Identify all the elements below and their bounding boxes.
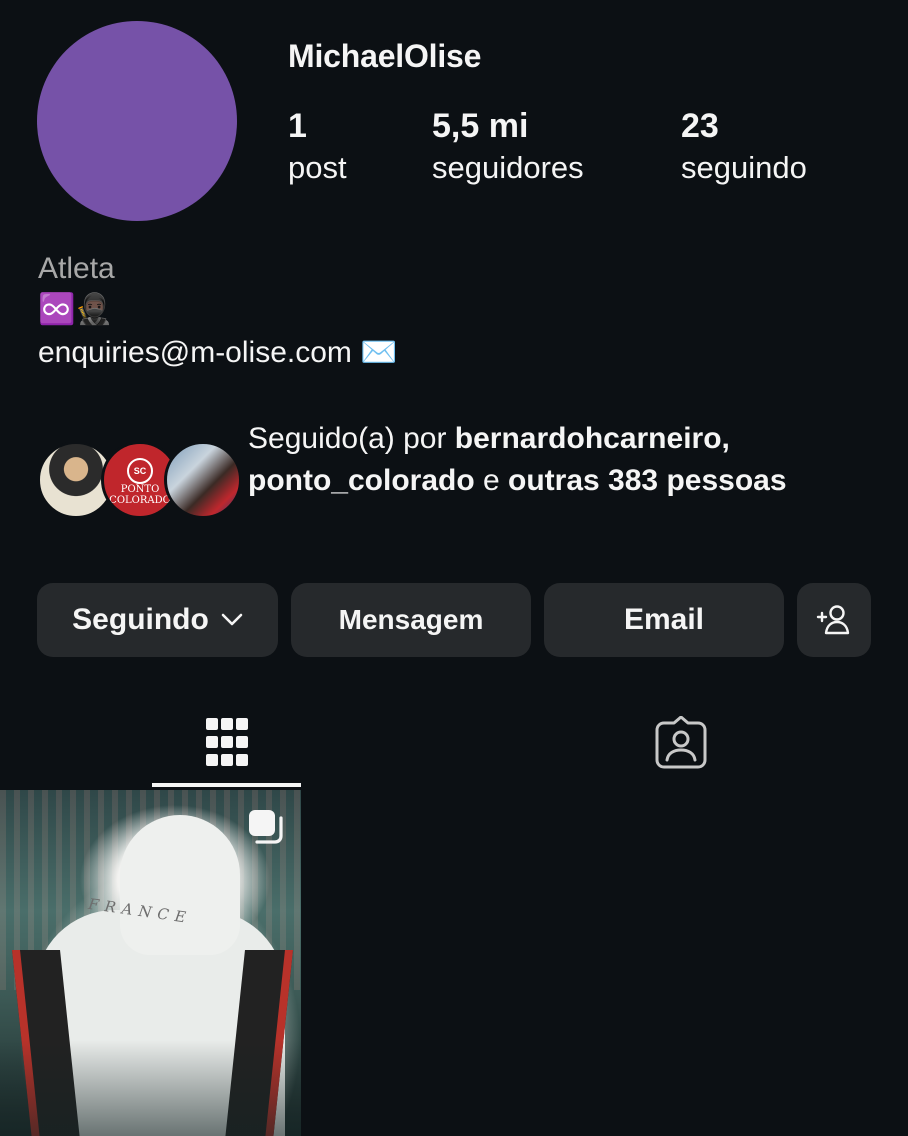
following-button-label: Seguindo bbox=[72, 603, 209, 636]
grid-icon bbox=[205, 718, 248, 766]
profile-page: MichaelOlise 1 post 5,5 mi seguidores 23… bbox=[0, 0, 908, 1136]
active-tab-indicator bbox=[152, 783, 301, 787]
chevron-down-icon bbox=[221, 613, 243, 626]
club-seal-icon: SC bbox=[127, 458, 153, 484]
stat-posts[interactable]: 1 post bbox=[288, 104, 347, 188]
profile-bio: Atleta ♾️🥷🏿 enquiries@m-olise.com ✉️ bbox=[38, 250, 878, 374]
tagged-person-icon bbox=[655, 716, 707, 769]
thumbnail-shade bbox=[0, 1040, 301, 1136]
message-button-label: Mensagem bbox=[338, 604, 484, 635]
email-button-label: Email bbox=[623, 603, 705, 636]
followers-label: seguidores bbox=[432, 150, 584, 185]
followed-by-suffix: pessoas bbox=[666, 464, 787, 497]
following-label: seguindo bbox=[681, 150, 807, 185]
posts-label: post bbox=[288, 150, 347, 185]
stat-followers[interactable]: 5,5 mi seguidores bbox=[432, 104, 584, 188]
followers-count: 5,5 mi bbox=[432, 107, 529, 145]
profile-avatar[interactable] bbox=[37, 21, 237, 221]
followed-by-user-2[interactable]: ponto_colorado bbox=[248, 464, 475, 497]
profile-username: MichaelOlise bbox=[288, 38, 482, 74]
message-button[interactable]: Mensagem bbox=[291, 583, 531, 657]
followed-by-user-1[interactable]: bernardohcarneiro bbox=[455, 422, 722, 455]
following-count: 23 bbox=[681, 107, 719, 145]
tab-posts-grid[interactable] bbox=[152, 700, 301, 786]
email-button[interactable]: Email bbox=[544, 583, 784, 657]
carousel-multiple-icon bbox=[249, 810, 283, 844]
post-thumbnail[interactable]: FRANCE bbox=[0, 790, 301, 1136]
followed-by-prefix: Seguido(a) por bbox=[248, 422, 455, 455]
stat-following[interactable]: 23 seguindo bbox=[681, 104, 807, 188]
mutual-avatar-3 bbox=[164, 441, 242, 519]
following-button[interactable]: Seguindo bbox=[37, 583, 278, 657]
mutual-followers-avatars[interactable]: SC PONTO COLORADO bbox=[37, 441, 242, 519]
followed-by-text[interactable]: Seguido(a) por bernardohcarneiro, ponto_… bbox=[248, 418, 868, 502]
suggested-users-button[interactable] bbox=[797, 583, 871, 657]
followed-by-others[interactable]: outras 383 bbox=[508, 464, 658, 497]
bio-category: Atleta bbox=[38, 252, 115, 285]
add-person-icon bbox=[816, 605, 850, 635]
followed-by-conjunction: e bbox=[474, 464, 509, 497]
tab-tagged[interactable] bbox=[606, 700, 756, 786]
bio-emoji-line: ♾️🥷🏿 bbox=[38, 293, 113, 326]
followed-by-separator: , bbox=[721, 422, 730, 455]
bio-email-link[interactable]: enquiries@m-olise.com ✉️ bbox=[38, 332, 878, 374]
posts-count: 1 bbox=[288, 107, 307, 145]
hoodie-hood bbox=[120, 815, 240, 955]
